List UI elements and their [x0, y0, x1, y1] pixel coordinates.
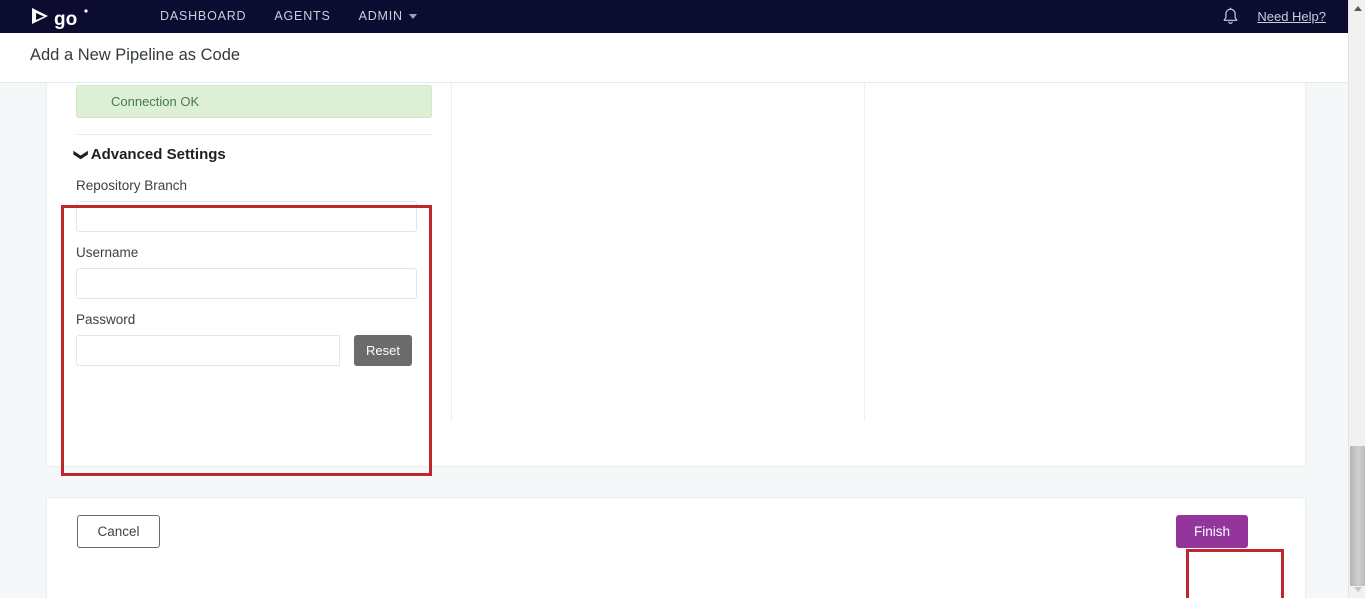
repository-branch-label: Repository Branch — [76, 178, 188, 193]
form-actions-panel: Cancel Finish — [46, 497, 1306, 598]
connection-status-message: Connection OK — [111, 94, 200, 109]
page-header-bar: Add a New Pipeline as Code — [0, 33, 1348, 83]
top-navigation-bar: go DASHBOARD AGENTS ADMIN Need Help? — [0, 0, 1348, 33]
field-password: Password Reset — [76, 312, 432, 366]
page-title: Add a New Pipeline as Code — [30, 46, 241, 64]
page-scroll-viewport: ✔ Test Connection Connection OK ❯ Advanc… — [0, 33, 1348, 598]
nav-item-agents[interactable]: AGENTS — [260, 0, 344, 33]
scroll-down-arrow-icon[interactable] — [1349, 581, 1365, 598]
password-input[interactable] — [76, 335, 340, 366]
field-username: Username — [76, 245, 432, 299]
password-row: Reset — [76, 335, 432, 366]
advanced-settings-section: ❯ Advanced Settings Repository Branch Us… — [73, 146, 432, 379]
need-help-link[interactable]: Need Help? — [1257, 9, 1326, 24]
notification-bell-icon[interactable] — [1222, 7, 1239, 27]
pipeline-config-panel: ✔ Test Connection Connection OK ❯ Advanc… — [46, 33, 1306, 467]
scrollbar-thumb[interactable] — [1350, 446, 1365, 586]
column-divider-right — [864, 33, 865, 421]
chevron-down-icon: ❯ — [73, 148, 90, 161]
app-root: go DASHBOARD AGENTS ADMIN Need Help? Add… — [0, 0, 1365, 598]
svg-text:go: go — [54, 9, 77, 30]
nav-right-group: Need Help? — [1222, 7, 1348, 27]
main-nav-links: DASHBOARD AGENTS ADMIN — [146, 0, 431, 33]
nav-item-dashboard[interactable]: DASHBOARD — [146, 0, 260, 33]
advanced-settings-title: Advanced Settings — [90, 146, 226, 163]
scroll-up-arrow-icon[interactable] — [1349, 0, 1365, 17]
connection-status-banner: Connection OK — [76, 85, 432, 118]
repository-branch-input[interactable] — [76, 201, 417, 232]
field-repository-branch: Repository Branch — [76, 178, 432, 232]
column-divider-left — [451, 33, 452, 421]
finish-button[interactable]: Finish — [1176, 515, 1248, 548]
username-label: Username — [76, 245, 139, 260]
password-reset-button[interactable]: Reset — [354, 335, 412, 366]
cancel-button[interactable]: Cancel — [77, 515, 160, 548]
gocd-logo[interactable]: go — [28, 4, 90, 30]
password-label: Password — [76, 312, 136, 327]
section-divider — [76, 134, 432, 135]
username-input[interactable] — [76, 268, 417, 299]
chevron-down-icon — [408, 14, 417, 19]
nav-item-admin[interactable]: ADMIN — [345, 0, 431, 33]
page-scrollbar[interactable] — [1348, 0, 1365, 598]
nav-item-admin-label: ADMIN — [358, 9, 403, 23]
advanced-settings-toggle[interactable]: ❯ Advanced Settings — [73, 146, 226, 163]
